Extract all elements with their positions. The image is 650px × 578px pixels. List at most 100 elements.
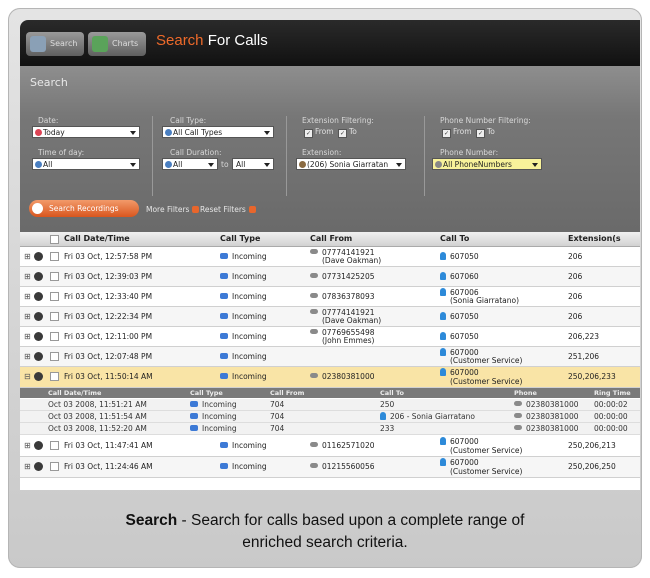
row-checkbox[interactable]: [50, 292, 59, 301]
expand-icon[interactable]: ⊞: [24, 272, 31, 281]
table-row[interactable]: ⊞ Fri 03 Oct, 11:24:46 AM Incoming 01215…: [20, 457, 640, 478]
expand-icon: [192, 206, 200, 213]
ext-from-checkbox[interactable]: ✓ From: [304, 127, 334, 138]
phone-icon: [310, 309, 318, 314]
col-call-type[interactable]: Call Type: [220, 234, 260, 243]
phone-icon: [310, 273, 318, 278]
divider: [152, 116, 153, 196]
table-row[interactable]: ⊞ Fri 03 Oct, 12:22:34 PM Incoming 07774…: [20, 307, 640, 327]
tab-charts[interactable]: Charts: [88, 32, 146, 56]
phone-icon: [514, 413, 522, 418]
caption-line2: enriched search criteria.: [242, 534, 408, 551]
chevron-down-icon: [532, 163, 538, 167]
row-checkbox[interactable]: [50, 462, 59, 471]
select-all-checkbox[interactable]: [50, 235, 59, 244]
search-recordings-button[interactable]: Search Recordings: [29, 200, 139, 217]
row-checkbox[interactable]: [50, 372, 59, 381]
ext-to-checkbox[interactable]: ✓ To: [338, 127, 357, 138]
expand-icon[interactable]: ⊞: [24, 252, 31, 261]
clock-icon: [35, 161, 42, 168]
user-icon: [34, 441, 43, 450]
duration-to-word: to: [221, 160, 229, 169]
expand-icon[interactable]: ⊞: [24, 332, 31, 341]
user-icon: [34, 312, 43, 321]
person-icon: [440, 272, 446, 280]
table-row[interactable]: ⊞ Fri 03 Oct, 12:11:00 PM Incoming 07769…: [20, 327, 640, 347]
user-icon: [34, 332, 43, 341]
extension-label: Extension:: [302, 148, 342, 157]
row-checkbox[interactable]: [50, 272, 59, 281]
phone-icon: [310, 249, 318, 254]
duration-to-select[interactable]: All: [232, 158, 274, 170]
user-icon: [34, 372, 43, 381]
tab-search[interactable]: Search: [26, 32, 84, 56]
user-icon: [34, 272, 43, 281]
incoming-icon: [220, 313, 228, 319]
date-label: Date:: [38, 116, 59, 125]
incoming-icon: [190, 401, 198, 407]
phone-from-checkbox[interactable]: ✓ From: [442, 127, 472, 138]
row-checkbox[interactable]: [50, 312, 59, 321]
phone-icon: [310, 373, 318, 378]
search-icon: [30, 36, 46, 52]
person-icon: [440, 348, 446, 356]
search-panel: Search Date: Today Time of day: All Call…: [20, 66, 640, 232]
table-row[interactable]: ⊞ Fri 03 Oct, 12:07:48 PM Incoming 60700…: [20, 347, 640, 367]
row-checkbox[interactable]: [50, 441, 59, 450]
collapse-icon[interactable]: ⊟: [24, 372, 31, 381]
phone-icon: [435, 161, 442, 168]
magnifier-icon: [32, 203, 43, 214]
table-row[interactable]: ⊞ Fri 03 Oct, 12:33:40 PM Incoming 07836…: [20, 287, 640, 307]
expand-icon[interactable]: ⊞: [24, 352, 31, 361]
table-row[interactable]: ⊞ Fri 03 Oct, 11:47:41 AM Incoming 01162…: [20, 436, 640, 457]
call-type-select[interactable]: All Call Types: [162, 126, 274, 138]
search-heading: Search: [30, 76, 68, 89]
row-checkbox[interactable]: [50, 352, 59, 361]
person-icon: [440, 252, 446, 260]
detail-row: Oct 03 2008, 11:51:54 AM Incoming 704 20…: [20, 411, 640, 423]
col-call-to[interactable]: Call To: [440, 234, 469, 243]
phone-label: Phone Number:: [440, 148, 499, 157]
expand-icon[interactable]: ⊞: [24, 312, 31, 321]
incoming-icon: [190, 413, 198, 419]
divider: [424, 116, 425, 196]
detail-header: Call Date/Time Call Type Call From Call …: [20, 388, 640, 398]
expand-icon[interactable]: ⊞: [24, 462, 31, 471]
user-icon: [34, 462, 43, 471]
table-row[interactable]: ⊞ Fri 03 Oct, 12:39:03 PM Incoming 07731…: [20, 267, 640, 287]
row-checkbox[interactable]: [50, 252, 59, 261]
chevron-down-icon: [264, 163, 270, 167]
incoming-icon: [190, 425, 198, 431]
table-row-selected[interactable]: ⊟ Fri 03 Oct, 11:50:14 AM Incoming 02380…: [20, 367, 640, 388]
incoming-icon: [220, 273, 228, 279]
detail-row: Oct 03 2008, 11:52:20 AM Incoming 704 23…: [20, 423, 640, 435]
incoming-icon: [220, 253, 228, 259]
phone-icon: [310, 442, 318, 447]
duration-from-select[interactable]: All: [162, 158, 218, 170]
person-icon: [440, 437, 446, 445]
expand-icon[interactable]: ⊞: [24, 292, 31, 301]
extension-select[interactable]: (206) Sonia Giarratan: [296, 158, 406, 170]
call-type-label: Call Type:: [170, 116, 207, 125]
incoming-icon: [220, 293, 228, 299]
time-select[interactable]: All: [32, 158, 140, 170]
phone-icon: [514, 401, 522, 406]
caption-line1: - Search for calls based upon a complete…: [177, 512, 525, 529]
date-select[interactable]: Today: [32, 126, 140, 138]
more-filters-link[interactable]: More Filters: [146, 205, 200, 214]
col-call-date[interactable]: Call Date/Time: [64, 234, 130, 243]
grid-header: Call Date/Time Call Type Call From Call …: [20, 232, 640, 247]
reset-filters-link[interactable]: Reset Filters: [200, 205, 256, 214]
row-checkbox[interactable]: [50, 332, 59, 341]
incoming-icon: [220, 442, 228, 448]
incoming-icon: [220, 353, 228, 359]
col-call-from[interactable]: Call From: [310, 234, 352, 243]
duration-label: Call Duration:: [170, 148, 222, 157]
phone-icon: [165, 129, 172, 136]
phone-select[interactable]: All PhoneNumbers: [432, 158, 542, 170]
expand-icon[interactable]: ⊞: [24, 441, 31, 450]
phone-to-checkbox[interactable]: ✓ To: [476, 127, 495, 138]
app-screen: Search Charts Search For Calls Search Da…: [20, 20, 640, 490]
col-extensions[interactable]: Extension(s: [568, 234, 621, 243]
table-row[interactable]: ⊞ Fri 03 Oct, 12:57:58 PM Incoming 07774…: [20, 247, 640, 267]
